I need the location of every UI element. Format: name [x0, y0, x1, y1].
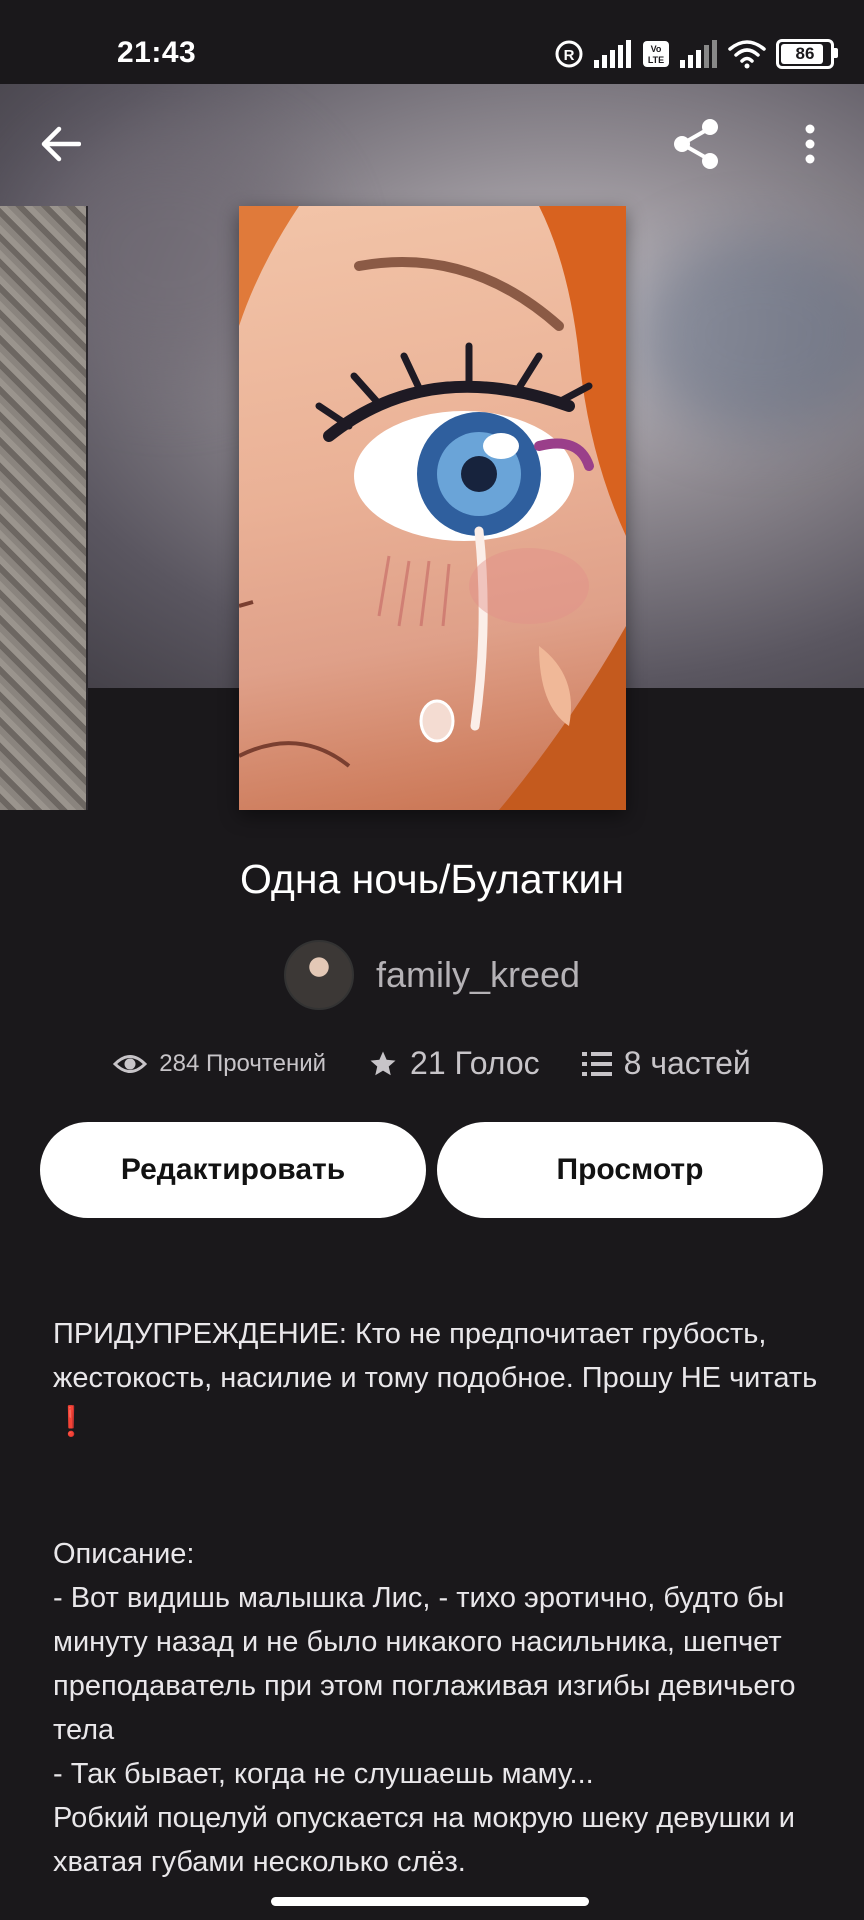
- eye-icon: [113, 1054, 148, 1073]
- avatar[interactable]: [283, 940, 354, 1010]
- status-icons: R Vo LTE 86: [554, 36, 838, 72]
- edit-button[interactable]: Редактировать: [40, 1122, 426, 1218]
- share-button[interactable]: [666, 114, 726, 174]
- back-button[interactable]: [31, 114, 91, 174]
- reads-stat: 284 Прочтений: [113, 1050, 326, 1078]
- story-title: Одна ночь/Булаткин: [239, 856, 625, 902]
- previous-story-cover[interactable]: [0, 206, 88, 810]
- description-line: - Вот видишь малышка Лис, - тихо эротичн…: [53, 1582, 796, 1746]
- author-row[interactable]: family_kreed: [0, 940, 864, 1010]
- volte-icon: Vo LTE: [643, 41, 669, 67]
- warning-line: ПРИДУПРЕЖДЕНИЕ: Кто не предпочитает груб…: [53, 1318, 818, 1394]
- status-time: 21:43: [117, 36, 197, 69]
- arrow-left-icon: [41, 126, 81, 162]
- parts-stat: 8 частей: [581, 1045, 751, 1082]
- battery-level: 86: [795, 44, 815, 63]
- votes-count: 21 Голос: [410, 1045, 540, 1081]
- reads-count: 284 Прочтений: [159, 1049, 327, 1077]
- votes-stat: 21 Голос: [368, 1045, 540, 1082]
- warning-text: ПРИДУПРЕЖДЕНИЕ: Кто не предпочитает груб…: [53, 1312, 823, 1444]
- star-icon: [370, 1051, 396, 1075]
- wifi-icon: [728, 40, 766, 69]
- story-stats: 284 Прочтений 21 Голос 8 частей: [0, 1045, 864, 1082]
- story-cover-image: [239, 206, 626, 810]
- svg-text:Vo: Vo: [651, 44, 662, 54]
- more-vertical-icon: [805, 124, 815, 164]
- description-heading: Описание:: [53, 1538, 195, 1570]
- exclamation-icon: ❗: [53, 1406, 90, 1438]
- svg-text:R: R: [564, 47, 575, 64]
- home-indicator[interactable]: [271, 1897, 589, 1906]
- author-name[interactable]: family_kreed: [376, 954, 580, 996]
- signal-icon: [680, 40, 717, 68]
- signal-icon: [594, 40, 631, 68]
- registered-icon: R: [555, 40, 583, 68]
- svg-text:LTE: LTE: [648, 55, 664, 65]
- status-bar: 21:43 R Vo LTE 86: [0, 0, 864, 84]
- battery-icon: 86: [776, 39, 838, 69]
- view-button[interactable]: Просмотр: [437, 1122, 823, 1218]
- more-options-button[interactable]: [780, 114, 840, 174]
- share-icon: [674, 119, 718, 169]
- description-line: - Так бывает, когда не слушаешь маму...: [53, 1758, 594, 1790]
- parts-count: 8 частей: [623, 1045, 751, 1081]
- list-icon: [581, 1051, 612, 1076]
- description-line: Робкий поцелуй опускается на мокрую шеку…: [53, 1802, 796, 1878]
- story-description: ПРИДУПРЕЖДЕНИЕ: Кто не предпочитает груб…: [53, 1312, 823, 1884]
